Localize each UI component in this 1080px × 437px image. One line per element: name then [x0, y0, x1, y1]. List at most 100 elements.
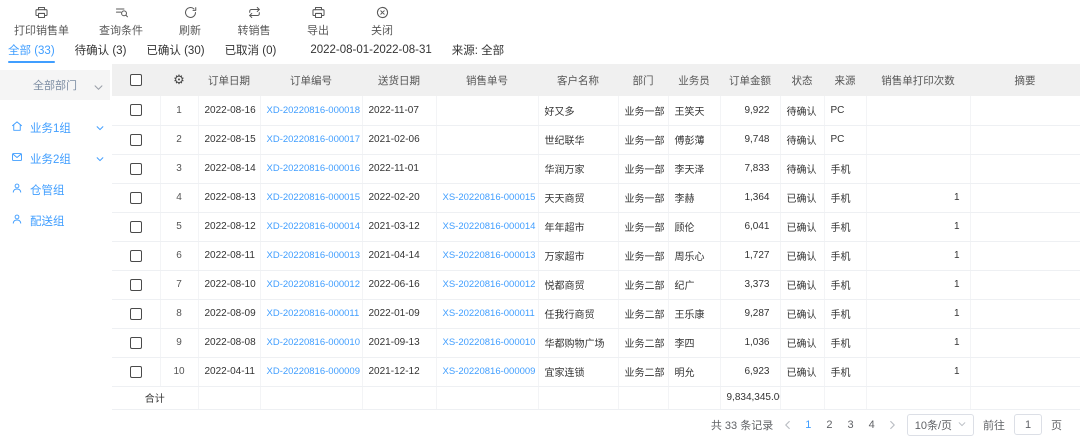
cell-sales-no[interactable]: XS-20220816-000011: [436, 299, 538, 328]
cell-dept: 业务一部: [618, 125, 668, 154]
row-checkbox[interactable]: [130, 279, 142, 291]
col-source: 来源: [824, 64, 866, 96]
tab-cancelled[interactable]: 已取消 (0): [225, 42, 277, 61]
next-page-button[interactable]: [887, 420, 898, 430]
col-order-no: 订单编号: [260, 64, 362, 96]
row-checkbox[interactable]: [130, 134, 142, 146]
transfer-icon: [247, 5, 262, 20]
table-body: 12022-08-16XD-20220816-0000182022-11-07好…: [112, 96, 1080, 386]
cell-order-no[interactable]: XD-20220816-000011: [260, 299, 362, 328]
department-select[interactable]: 全部部门: [0, 70, 110, 100]
cell-sales-no[interactable]: XS-20220816-000015: [436, 183, 538, 212]
cell-source: PC: [824, 125, 866, 154]
table-row: 12022-08-16XD-20220816-0000182022-11-07好…: [112, 96, 1080, 125]
sidebar-item-delivery-group[interactable]: 配送组: [0, 205, 112, 236]
cell-summary: [970, 125, 1080, 154]
cell-salesperson: 李四: [668, 328, 720, 357]
cell-order-no[interactable]: XD-20220816-000013: [260, 241, 362, 270]
sidebar-item-warehouse-group[interactable]: 仓管组: [0, 174, 112, 205]
tab-confirmed[interactable]: 已确认 (30): [146, 42, 204, 61]
sidebar-item-business-group-1[interactable]: 业务1组: [0, 112, 112, 143]
cell-order-no[interactable]: XD-20220816-000012: [260, 270, 362, 299]
cell-dept: 业务二部: [618, 270, 668, 299]
prev-page-button[interactable]: [782, 420, 793, 430]
cell-sales-no[interactable]: XS-20220816-000012: [436, 270, 538, 299]
cell-sales-no[interactable]: XS-20220816-000009: [436, 357, 538, 386]
sidebar-item-business-group-2[interactable]: 业务2组: [0, 143, 112, 174]
page-size-select[interactable]: 10条/页: [907, 414, 974, 436]
select-all-checkbox[interactable]: [130, 74, 142, 86]
cell-order-no[interactable]: XD-20220816-000015: [260, 183, 362, 212]
cell-sales-no[interactable]: XS-20220816-000010: [436, 328, 538, 357]
page-button-3[interactable]: 3: [844, 419, 856, 431]
row-checkbox[interactable]: [130, 192, 142, 204]
close-label: 关闭: [371, 22, 393, 38]
user-icon: [11, 182, 23, 197]
col-customer: 客户名称: [538, 64, 618, 96]
cell-seq: 5: [160, 212, 198, 241]
cell-delivery-date: 2022-01-09: [362, 299, 436, 328]
close-button[interactable]: 关闭: [365, 5, 399, 38]
cell-sales-no: [436, 125, 538, 154]
cell-sales-no[interactable]: XS-20220816-000013: [436, 241, 538, 270]
goto-page-input[interactable]: [1014, 414, 1042, 435]
home-icon: [11, 120, 23, 135]
cell-order-no[interactable]: XD-20220816-000010: [260, 328, 362, 357]
row-checkbox[interactable]: [130, 250, 142, 262]
transfer-to-sales-label: 转销售: [238, 22, 271, 38]
col-dept: 部门: [618, 64, 668, 96]
total-amount: 9,834,345.00: [720, 386, 780, 409]
refresh-button[interactable]: 刷新: [173, 5, 207, 38]
cell-sales-no[interactable]: XS-20220816-000014: [436, 212, 538, 241]
row-checkbox[interactable]: [130, 221, 142, 233]
col-amount: 订单金额: [720, 64, 780, 96]
cell-order-no[interactable]: XD-20220816-000016: [260, 154, 362, 183]
cell-seq: 10: [160, 357, 198, 386]
cell-seq: 9: [160, 328, 198, 357]
cell-order-date: 2022-08-12: [198, 212, 260, 241]
cell-salesperson: 李天泽: [668, 154, 720, 183]
page-button-2[interactable]: 2: [823, 419, 835, 431]
sidebar-item-label: 业务2组: [30, 151, 71, 167]
cell-order-no[interactable]: XD-20220816-000014: [260, 212, 362, 241]
row-checkbox[interactable]: [130, 366, 142, 378]
cell-order-no[interactable]: XD-20220816-000009: [260, 357, 362, 386]
export-button[interactable]: 导出: [301, 5, 335, 38]
cell-amount: 1,036: [720, 328, 780, 357]
cell-amount: 7,833: [720, 154, 780, 183]
page-button-1[interactable]: 1: [802, 419, 814, 431]
print-sales-order-label: 打印销售单: [14, 22, 69, 38]
cell-order-date: 2022-08-13: [198, 183, 260, 212]
col-salesperson: 业务员: [668, 64, 720, 96]
cell-delivery-date: 2021-04-14: [362, 241, 436, 270]
cell-seq: 3: [160, 154, 198, 183]
chevron-down-icon: [96, 153, 104, 165]
table-row: 52022-08-12XD-20220816-0000142021-03-12X…: [112, 212, 1080, 241]
tab-all[interactable]: 全部 (33): [8, 42, 55, 61]
query-conditions-button[interactable]: 查询条件: [99, 5, 143, 38]
cell-order-no[interactable]: XD-20220816-000017: [260, 125, 362, 154]
page-button-4[interactable]: 4: [866, 419, 878, 431]
source-filter-label: 来源: 全部: [452, 42, 504, 61]
cell-status: 已确认: [780, 328, 824, 357]
cell-customer: 天天商贸: [538, 183, 618, 212]
row-checkbox[interactable]: [130, 308, 142, 320]
refresh-icon: [183, 5, 198, 20]
cell-status: 已确认: [780, 270, 824, 299]
cell-sales-no: [436, 154, 538, 183]
cell-seq: 8: [160, 299, 198, 328]
cell-dept: 业务一部: [618, 154, 668, 183]
user-icon: [11, 213, 23, 228]
row-checkbox[interactable]: [130, 104, 142, 116]
mail-icon: [11, 151, 23, 166]
cell-seq: 7: [160, 270, 198, 299]
transfer-to-sales-button[interactable]: 转销售: [237, 5, 271, 38]
cell-order-no[interactable]: XD-20220816-000018: [260, 96, 362, 125]
cell-dept: 业务二部: [618, 357, 668, 386]
print-sales-order-button[interactable]: 打印销售单: [14, 5, 69, 38]
cell-order-date: 2022-08-10: [198, 270, 260, 299]
tab-pending-confirm[interactable]: 待确认 (3): [75, 42, 127, 61]
row-checkbox[interactable]: [130, 163, 142, 175]
row-checkbox[interactable]: [130, 337, 142, 349]
column-settings-gear-icon[interactable]: ⚙: [173, 73, 185, 88]
